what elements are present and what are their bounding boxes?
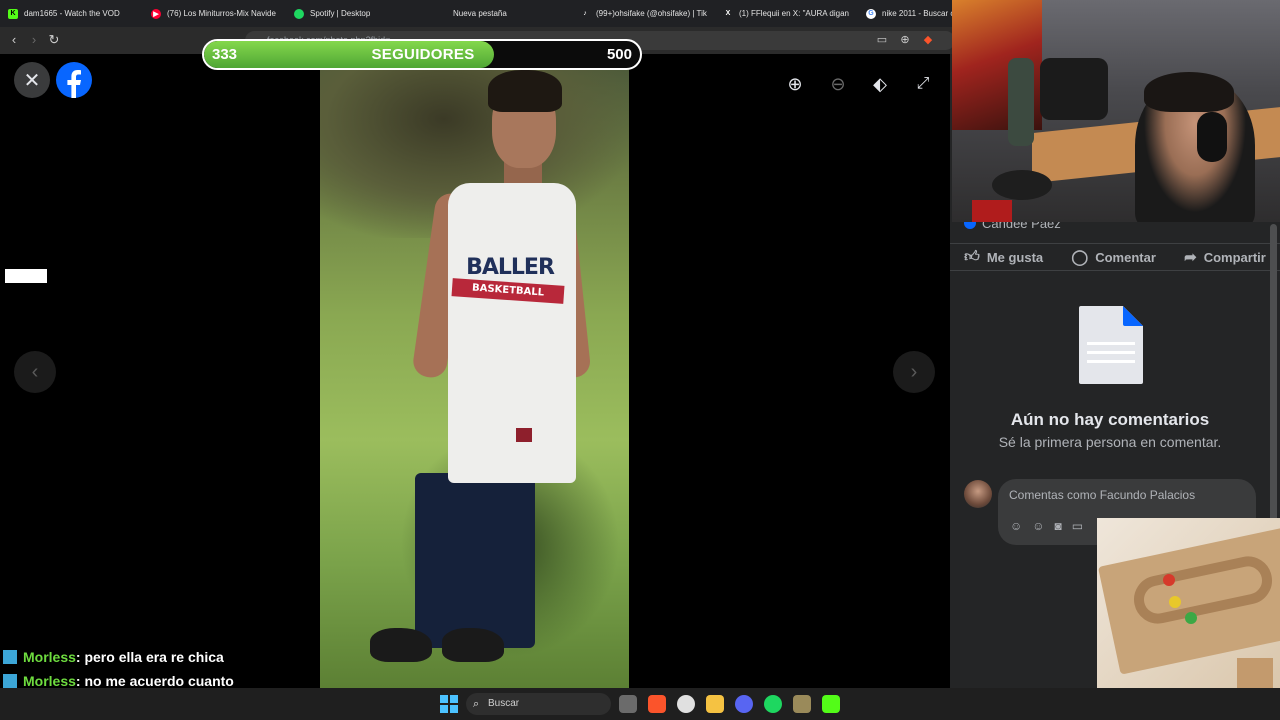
photo: BALLER BASKETBALL: [320, 68, 629, 688]
tab-title: (1) FFlequii en X: "AURA digan: [739, 9, 849, 18]
webcam-jar: [1040, 58, 1108, 120]
previous-arrow-icon[interactable]: ‹: [14, 351, 56, 393]
post-actions: 👍︎ Me gusta ◯ Comentar ➦ Compartir: [950, 243, 1280, 271]
webcam-mouse: [992, 170, 1052, 200]
gif-icon[interactable]: ▭: [1072, 519, 1083, 533]
followers-goal: 500: [606, 46, 632, 63]
share-icon: ➦: [1184, 249, 1197, 266]
comment-placeholder: Comentas como Facundo Palacios: [1009, 488, 1196, 502]
fullscreen-icon[interactable]: ⤢: [905, 66, 941, 102]
comment-button[interactable]: ◯ Comentar: [1071, 248, 1155, 266]
avatar-sticker-icon[interactable]: ☺: [1010, 519, 1022, 533]
avatar[interactable]: [964, 480, 992, 508]
windows-start-icon[interactable]: [440, 695, 458, 713]
photo-shirt-logo: [516, 428, 532, 442]
zoom-icon[interactable]: ⊕: [897, 32, 913, 48]
screen: K dam1665 - Watch the VOD ▶ (76) Los Min…: [0, 0, 1280, 720]
tiktok-icon: ♪: [583, 10, 587, 17]
app-icon[interactable]: [793, 695, 811, 713]
kick-icon[interactable]: [822, 695, 840, 713]
photo-tank-top: [448, 183, 576, 483]
photo-shoe: [442, 628, 504, 662]
browser-tab[interactable]: ▶ (76) Los Miniturros-Mix Navide: [143, 0, 286, 27]
newtab-icon: [437, 9, 447, 19]
chat-badge-icon: [3, 674, 17, 688]
app-icon[interactable]: [677, 695, 695, 713]
toy-ball: [1169, 596, 1181, 608]
photo-hair: [488, 70, 562, 112]
youtube-icon: ▶: [151, 8, 161, 19]
tab-title: (99+)ohsifake (@ohsifake) | Tik: [596, 9, 707, 18]
taskbar: ⌕ Buscar: [0, 688, 1280, 720]
thumbs-up-icon: 👍︎: [964, 248, 980, 265]
close-icon[interactable]: ✕: [14, 62, 50, 98]
cast-icon[interactable]: ▭: [874, 32, 890, 48]
share-button[interactable]: ➦ Compartir: [1184, 248, 1266, 266]
chat-text: : pero ella era re chica: [75, 649, 224, 665]
tab-title: (76) Los Miniturros-Mix Navide: [167, 9, 276, 18]
chat-username: Morless: [23, 649, 76, 665]
kick-icon: K: [8, 8, 18, 19]
tag-icon[interactable]: ⬖: [862, 66, 898, 102]
search-icon: ⌕: [473, 698, 480, 710]
emoji-icon[interactable]: ☺: [1032, 519, 1044, 533]
tab-title: Nueva pestaña: [453, 9, 507, 18]
reload-icon[interactable]: ↻: [46, 32, 62, 48]
forward-arrow-icon[interactable]: ›: [26, 32, 42, 48]
brave-shield-icon[interactable]: ◆: [920, 32, 936, 48]
browser-tab[interactable]: Nueva pestaña: [429, 0, 572, 27]
photo-shirt-text: BALLER: [466, 255, 555, 280]
tab-title: nike 2011 - Buscar c: [882, 9, 955, 18]
camera-icon[interactable]: ◙: [1055, 519, 1062, 533]
discord-icon[interactable]: [735, 695, 753, 713]
photo-viewer: BALLER BASKETBALL ✕ ⊕ ⊖ ⬖ ⤢ ‹ ›: [0, 54, 950, 688]
white-rectangle: [5, 269, 47, 283]
like-button[interactable]: 👍︎ Me gusta: [964, 248, 1043, 266]
document-icon: [1079, 306, 1143, 384]
webcam-bottle: [1008, 58, 1034, 146]
toy-ball: [1163, 574, 1175, 586]
google-icon: G: [866, 8, 876, 19]
webcam-hair: [1144, 72, 1234, 112]
chat-message: Morless: pero ella era re chica: [0, 646, 300, 670]
photo-shoe: [370, 628, 432, 662]
chat-text: : no me acuerdo cuanto: [75, 673, 234, 689]
share-label: Compartir: [1203, 249, 1266, 265]
browser-tab[interactable]: K dam1665 - Watch the VOD: [0, 0, 143, 27]
followers-label: SEGUIDORES: [371, 46, 475, 63]
empty-comments-subtitle: Sé la primera persona en comentar.: [998, 434, 1222, 450]
empty-comments-title: Aún no hay comentarios: [1010, 410, 1210, 429]
file-explorer-icon[interactable]: [706, 695, 724, 713]
brave-browser-icon[interactable]: [648, 695, 666, 713]
zoom-in-icon[interactable]: ⊕: [777, 66, 813, 102]
followers-goal-bar: 333 SEGUIDORES 500: [202, 39, 642, 70]
chat-badge-icon: [3, 650, 17, 664]
comment-label: Comentar: [1095, 249, 1156, 265]
back-arrow-icon[interactable]: ‹: [6, 32, 22, 48]
taskbar-search-label: Buscar: [488, 698, 520, 709]
tab-title: dam1665 - Watch the VOD: [24, 9, 120, 18]
webcam-overlay: [952, 0, 1280, 222]
like-label: Me gusta: [986, 249, 1044, 265]
comment-icon: ◯: [1071, 249, 1089, 266]
photo-pants: [415, 473, 535, 648]
browser-tab[interactable]: Spotify | Desktop: [286, 0, 429, 27]
scrollbar[interactable]: [1270, 224, 1277, 522]
facebook-logo-icon[interactable]: [56, 62, 92, 98]
task-view-icon[interactable]: [619, 695, 637, 713]
chat-username: Morless: [23, 673, 76, 689]
tab-title: Spotify | Desktop: [310, 9, 371, 18]
webcam-headset: [1197, 112, 1227, 162]
zoom-out-icon[interactable]: ⊖: [820, 66, 856, 102]
spotify-icon: [294, 8, 304, 19]
browser-tab[interactable]: ♪ (99+)ohsifake (@ohsifake) | Tik: [572, 0, 715, 27]
comment-tools: ☺ ☺ ◙ ▭: [1010, 519, 1083, 533]
taskbar-search[interactable]: ⌕ Buscar: [466, 693, 611, 715]
spotify-icon[interactable]: [764, 695, 782, 713]
toy-ball: [1185, 612, 1197, 624]
webcam-keyboard: [972, 200, 1012, 222]
x-icon: X: [725, 10, 731, 17]
browser-tab[interactable]: X (1) FFlequii en X: "AURA digan: [715, 0, 858, 27]
next-arrow-icon[interactable]: ›: [893, 351, 935, 393]
